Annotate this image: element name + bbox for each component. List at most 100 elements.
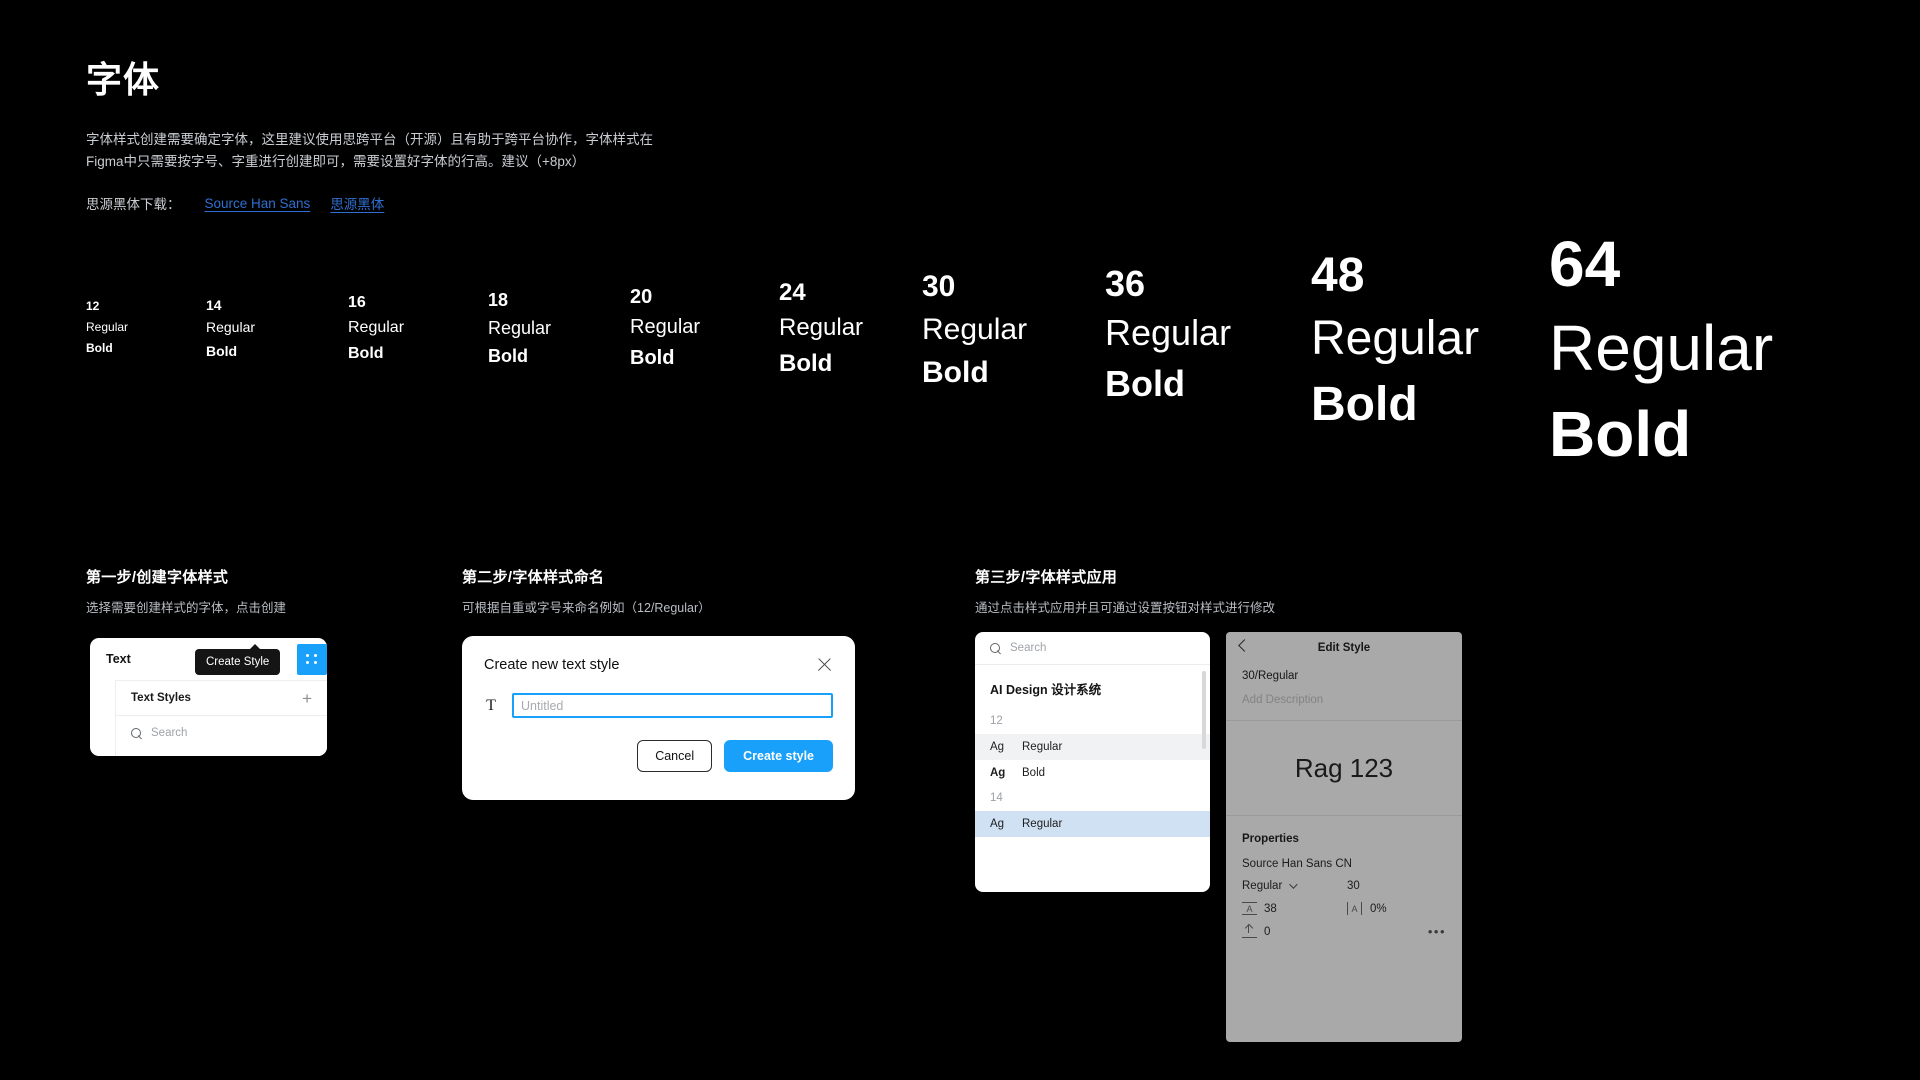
dialog-header: Create new text style bbox=[484, 656, 833, 673]
specimen-regular-sample: Regular bbox=[779, 313, 864, 341]
letter-spacing-value: 0% bbox=[1370, 902, 1387, 915]
line-height-field[interactable]: A 38 bbox=[1242, 902, 1347, 915]
style-list-panel: Search AI Design 设计系统 12 Ag Regular Ag B… bbox=[975, 632, 1210, 892]
cancel-button[interactable]: Cancel bbox=[637, 740, 713, 772]
specimen-14: 14 Regular Bold bbox=[206, 297, 255, 360]
specimen-bold-sample: Bold bbox=[630, 347, 675, 369]
create-style-button[interactable]: Create style bbox=[724, 740, 833, 772]
text-type-icon: T bbox=[486, 696, 496, 714]
specimen-64: 64 Regular Bold bbox=[1549, 228, 1773, 474]
font-size-field[interactable]: 30 bbox=[1347, 880, 1360, 892]
siyuan-heiti-link[interactable]: 思源黑体 bbox=[330, 193, 384, 213]
page-description: 字体样式创建需要确定字体，这里建议使用思跨平台（开源）且有助于跨平台协作，字体样… bbox=[86, 132, 653, 170]
specimen-size-label: 18 bbox=[488, 290, 509, 310]
specimen-size-label: 24 bbox=[779, 279, 806, 306]
edit-style-description-placeholder[interactable]: Add Description bbox=[1226, 682, 1462, 720]
specimen-bold-sample: Bold bbox=[922, 356, 989, 389]
style-name-input[interactable] bbox=[512, 693, 833, 718]
more-options-icon[interactable]: ••• bbox=[1428, 925, 1446, 938]
specimen-16: 16 Regular Bold bbox=[348, 294, 404, 364]
specimen-size-label: 20 bbox=[630, 286, 653, 308]
style-list-body: AI Design 设计系统 12 Ag Regular Ag Bold 14 … bbox=[975, 665, 1210, 892]
list-item[interactable]: Ag Regular bbox=[975, 811, 1210, 837]
edit-style-preview: Rag 123 bbox=[1226, 720, 1462, 816]
scrollbar-thumb[interactable] bbox=[1202, 671, 1206, 749]
style-grid-button[interactable] bbox=[297, 643, 327, 675]
specimen-regular-sample: Regular bbox=[1311, 312, 1480, 366]
specimen-size-label: 16 bbox=[348, 294, 366, 311]
line-height-value: 38 bbox=[1264, 902, 1277, 915]
specimen-48: 48 Regular Bold bbox=[1311, 248, 1479, 435]
step-2-section: 第二步/字体样式命名 可根据自重或字号来命名例如（12/Regular） bbox=[462, 566, 711, 616]
specimen-36: 36 Regular Bold bbox=[1105, 263, 1231, 406]
style-item-label: Bold bbox=[1022, 767, 1046, 779]
grid-dot bbox=[306, 653, 310, 657]
chevron-down-icon bbox=[1289, 880, 1298, 889]
specimen-24: 24 Regular Bold bbox=[779, 279, 863, 379]
list-item[interactable]: Ag Regular bbox=[975, 734, 1210, 760]
letter-spacing-icon: A bbox=[1347, 902, 1362, 915]
ag-preview-icon: Ag bbox=[990, 741, 1005, 753]
step-1-subtitle: 选择需要创建样式的字体，点击创建 bbox=[86, 601, 287, 615]
step-3-section: 第三步/字体样式应用 通过点击样式应用并且可通过设置按钮对样式进行修改 bbox=[975, 566, 1275, 616]
download-links-row: 思源黑体下载： Source Han Sans 思源黑体 bbox=[86, 193, 653, 213]
specimen-bold-sample: Bold bbox=[1311, 378, 1418, 432]
search-icon bbox=[131, 727, 142, 739]
source-han-sans-link[interactable]: Source Han Sans bbox=[205, 196, 311, 211]
specimen-size-label: 12 bbox=[86, 299, 100, 313]
step-1-title: 第一步/创建字体样式 bbox=[86, 569, 229, 586]
list-item[interactable]: Ag Bold bbox=[975, 760, 1210, 786]
step-3-title: 第三步/字体样式应用 bbox=[975, 569, 1118, 586]
text-styles-label: Text Styles bbox=[131, 692, 191, 704]
text-styles-header: Text Styles + bbox=[116, 681, 327, 716]
letter-spacing-field[interactable]: A 0% bbox=[1347, 902, 1387, 915]
specimen-18: 18 Regular Bold bbox=[488, 290, 551, 368]
grid-dot bbox=[306, 661, 310, 665]
step-3-subtitle: 通过点击样式应用并且可通过设置按钮对样式进行修改 bbox=[975, 601, 1276, 615]
size-specimens: 12 Regular Bold 14 Regular Bold 16 Regul… bbox=[86, 228, 1866, 520]
style-item-label: Regular bbox=[1022, 818, 1063, 830]
paragraph-spacing-icon bbox=[1242, 925, 1257, 938]
ag-preview-icon: Ag bbox=[990, 767, 1006, 779]
specimen-size-label: 36 bbox=[1105, 263, 1146, 304]
edit-style-header: Edit Style bbox=[1226, 632, 1462, 664]
close-icon[interactable] bbox=[816, 656, 833, 673]
specimen-bold-sample: Bold bbox=[1105, 363, 1185, 405]
specimen-bold-sample: Bold bbox=[488, 346, 528, 367]
style-size-group-label: 14 bbox=[990, 792, 1003, 804]
specimen-bold-sample: Bold bbox=[206, 342, 238, 359]
specimen-bold-sample: Bold bbox=[348, 345, 384, 363]
specimen-30: 30 Regular Bold bbox=[922, 270, 1027, 392]
specimen-size-label: 64 bbox=[1549, 228, 1621, 300]
font-weight-select[interactable]: Regular bbox=[1242, 880, 1347, 892]
font-family-value[interactable]: Source Han Sans CN bbox=[1226, 845, 1462, 870]
typography-style-guide-page: 字体 字体样式创建需要确定字体，这里建议使用思跨平台（开源）且有助于跨平台协作，… bbox=[0, 0, 1920, 1080]
grid-dot bbox=[314, 653, 318, 657]
step-2-subtitle: 可根据自重或字号来命名例如（12/Regular） bbox=[462, 601, 711, 615]
text-section-label: Text bbox=[106, 652, 131, 666]
specimen-regular-sample: Regular bbox=[1105, 312, 1232, 354]
plus-icon[interactable]: + bbox=[302, 690, 312, 707]
specimen-bold-sample: Bold bbox=[1549, 397, 1692, 470]
ag-preview-icon: Ag bbox=[990, 818, 1005, 830]
edit-style-name[interactable]: 30/Regular bbox=[1226, 664, 1462, 682]
step-1-section: 第一步/创建字体样式 选择需要创建样式的字体，点击创建 bbox=[86, 566, 286, 616]
style-group-name: AI Design 设计系统 bbox=[990, 683, 1102, 697]
line-height-icon: A bbox=[1242, 902, 1257, 915]
style-size-group-label: 12 bbox=[990, 715, 1003, 727]
specimen-regular-sample: Regular bbox=[488, 317, 552, 338]
specimen-regular-sample: Regular bbox=[630, 316, 701, 338]
search-icon bbox=[990, 642, 1001, 654]
paragraph-spacing-field[interactable]: 0 bbox=[1242, 925, 1347, 938]
specimen-size-label: 48 bbox=[1311, 249, 1365, 302]
specimen-regular-sample: Regular bbox=[348, 319, 405, 337]
page-header: 字体 字体样式创建需要确定字体，这里建议使用思跨平台（开源）且有助于跨平台协作，… bbox=[86, 58, 653, 213]
specimen-regular-sample: Regular bbox=[206, 319, 256, 336]
font-weight-size-row: Regular 30 bbox=[1226, 870, 1462, 892]
styles-search-placeholder: Search bbox=[151, 727, 188, 739]
line-height-letter-spacing-row: A 38 A 0% bbox=[1226, 892, 1462, 915]
style-list-search-row[interactable]: Search bbox=[975, 632, 1210, 665]
styles-search-row[interactable]: Search bbox=[116, 716, 327, 750]
text-styles-popover: Text Styles + Search bbox=[115, 680, 327, 756]
specimen-regular-sample: Regular bbox=[86, 319, 129, 334]
